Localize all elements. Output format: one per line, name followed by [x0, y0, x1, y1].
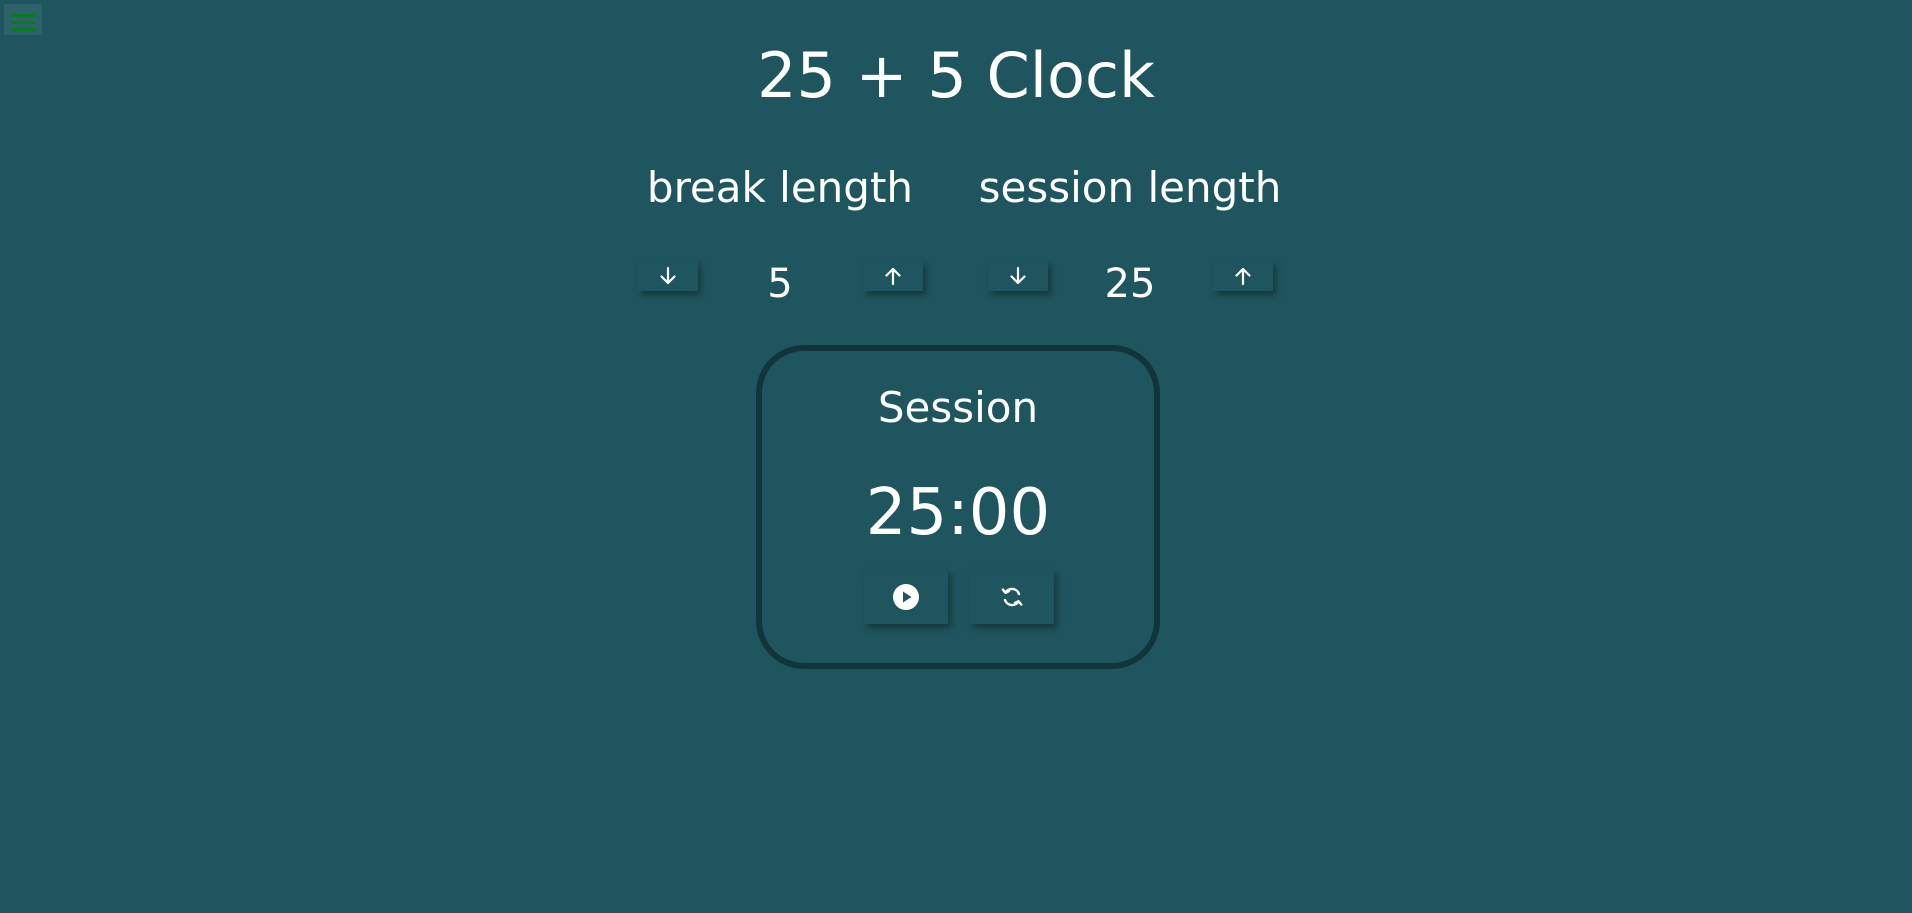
break-increment-button[interactable] — [863, 261, 923, 291]
play-circle-icon — [893, 584, 919, 610]
break-length-label: break length — [646, 163, 914, 212]
session-length-label: session length — [978, 163, 1282, 212]
page-title: 25 + 5 Clock — [757, 39, 1155, 112]
session-length-value: 25 — [1104, 261, 1156, 307]
arrow-down-icon — [1010, 266, 1026, 285]
arrow-up-icon — [1235, 267, 1251, 286]
refresh-icon — [1001, 587, 1023, 607]
arrow-down-icon — [660, 266, 676, 285]
timer-label: Session — [877, 383, 1039, 432]
break-length-value: 5 — [767, 261, 793, 307]
timer-panel: Session 25:00 — [756, 345, 1160, 669]
start-stop-button[interactable] — [864, 570, 948, 624]
time-left-display: 25:00 — [865, 476, 1051, 550]
app-root: 25 + 5 Clock break length session length… — [0, 0, 1912, 913]
session-decrement-button[interactable] — [988, 261, 1048, 291]
break-decrement-button[interactable] — [638, 261, 698, 291]
menu-button[interactable] — [4, 4, 42, 35]
arrow-up-icon — [885, 267, 901, 286]
reset-button[interactable] — [970, 570, 1054, 624]
hamburger-menu-icon — [11, 13, 35, 31]
session-increment-button[interactable] — [1213, 261, 1273, 291]
